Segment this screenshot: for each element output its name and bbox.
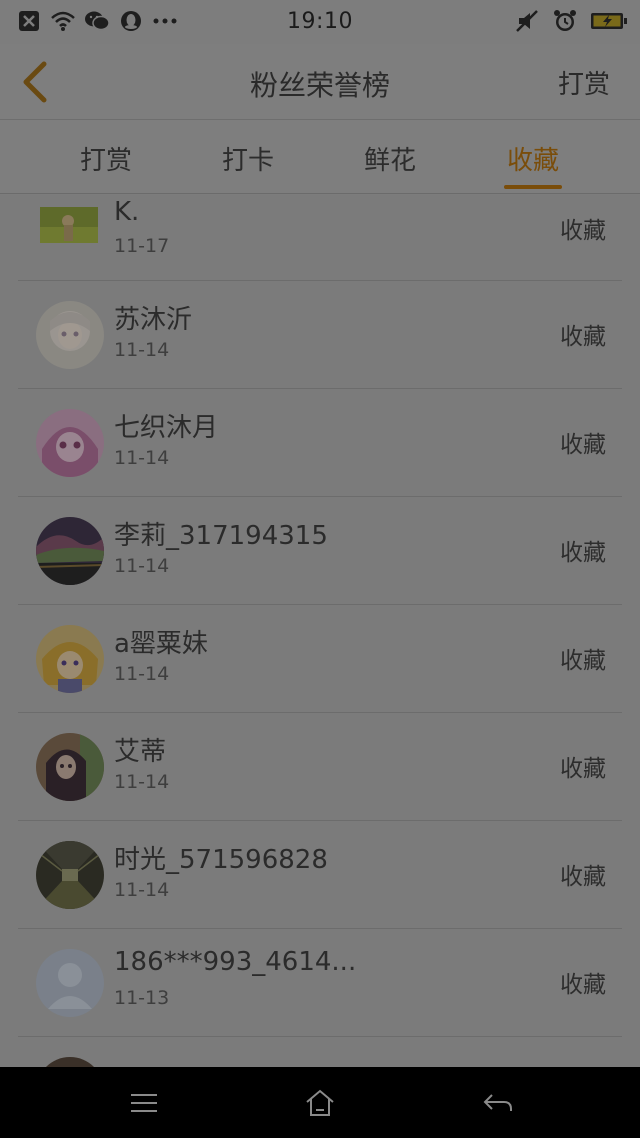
avatar bbox=[36, 301, 104, 369]
tab-bar: 打赏 打卡 鲜花 收藏 bbox=[0, 120, 640, 194]
list-item-action: 收藏 bbox=[560, 648, 606, 674]
list-item-action: 收藏 bbox=[560, 324, 606, 350]
list-item-name: 苏沐沂 bbox=[114, 305, 193, 335]
avatar bbox=[36, 625, 104, 693]
fan-list: K. 11-17 收藏 苏沐沂 11-14 收藏 七织沐月 11-14 收藏 李… bbox=[0, 195, 640, 1067]
list-item-date: 11-14 bbox=[114, 879, 170, 901]
status-right-icons bbox=[514, 8, 628, 34]
list-item-action: 收藏 bbox=[560, 756, 606, 782]
list-item-date: 11-14 bbox=[114, 447, 170, 469]
tab-reward[interactable]: 打赏 bbox=[56, 140, 156, 177]
avatar bbox=[36, 841, 104, 909]
avatar bbox=[36, 409, 104, 477]
list-item-action: 收藏 bbox=[560, 864, 606, 890]
home-icon bbox=[306, 1089, 334, 1116]
mute-icon bbox=[514, 8, 540, 34]
list-item[interactable]: 186***993_4614... 11-13 收藏 bbox=[18, 929, 622, 1037]
reward-button[interactable]: 打赏 bbox=[558, 64, 610, 101]
page-title: 粉丝荣誉榜 bbox=[249, 69, 390, 102]
menu-button[interactable] bbox=[124, 1085, 164, 1121]
app-header: 粉丝荣誉榜 打赏 bbox=[0, 44, 640, 120]
list-item[interactable]: 时光_571596828 11-14 收藏 bbox=[18, 821, 622, 929]
back-arrow-icon bbox=[483, 1094, 512, 1111]
list-item-action: 收藏 bbox=[560, 432, 606, 458]
list-item-action: 收藏 bbox=[560, 972, 606, 998]
list-item[interactable]: 七织沐月 11-14 收藏 bbox=[18, 389, 622, 497]
list-item-action: 收藏 bbox=[560, 218, 606, 244]
list-item-name: 李莉_317194315 bbox=[114, 521, 328, 551]
tab-favorites[interactable]: 收藏 bbox=[483, 140, 583, 177]
list-item-name: 七织沐月 bbox=[114, 413, 219, 443]
list-item-name: 186***993_4614... bbox=[114, 947, 357, 977]
list-item-date: 11-13 bbox=[114, 987, 170, 1009]
avatar bbox=[36, 517, 104, 585]
back-nav-button[interactable] bbox=[478, 1085, 518, 1121]
list-item-date: 11-14 bbox=[114, 555, 170, 577]
list-item-name: 艾蒂 bbox=[114, 737, 167, 767]
avatar bbox=[36, 949, 104, 1017]
list-item-name: 时光_571596828 bbox=[114, 845, 328, 875]
status-bar: 19:10 bbox=[0, 0, 640, 44]
avatar bbox=[36, 733, 104, 801]
avatar bbox=[40, 207, 98, 243]
avatar bbox=[36, 1057, 104, 1067]
list-item[interactable]: 艾蒂 11-14 收藏 bbox=[18, 713, 622, 821]
system-nav-bar bbox=[0, 1067, 640, 1138]
alarm-icon bbox=[552, 8, 578, 34]
list-item[interactable]: a罂粟妹 11-14 收藏 bbox=[18, 605, 622, 713]
list-item-date: 11-17 bbox=[114, 235, 170, 257]
list-item[interactable]: 苏沐沂 11-14 收藏 bbox=[18, 281, 622, 389]
tab-flowers[interactable]: 鲜花 bbox=[340, 140, 440, 177]
home-button[interactable] bbox=[300, 1085, 340, 1121]
list-item-name: a罂粟妹 bbox=[114, 629, 208, 659]
list-item-action: 收藏 bbox=[560, 540, 606, 566]
list-item[interactable]: 李莉_317194315 11-14 收藏 bbox=[18, 497, 622, 605]
list-item[interactable]: K. 11-17 收藏 bbox=[18, 195, 622, 281]
list-item-name: K. bbox=[114, 197, 140, 227]
tab-checkin[interactable]: 打卡 bbox=[198, 140, 298, 177]
list-item-date: 11-14 bbox=[114, 663, 170, 685]
battery-charging-icon bbox=[590, 8, 628, 34]
list-item-date: 11-14 bbox=[114, 339, 170, 361]
list-item-date: 11-14 bbox=[114, 771, 170, 793]
menu-icon bbox=[131, 1094, 157, 1112]
list-item[interactable] bbox=[18, 1037, 622, 1067]
active-tab-indicator bbox=[504, 185, 562, 189]
